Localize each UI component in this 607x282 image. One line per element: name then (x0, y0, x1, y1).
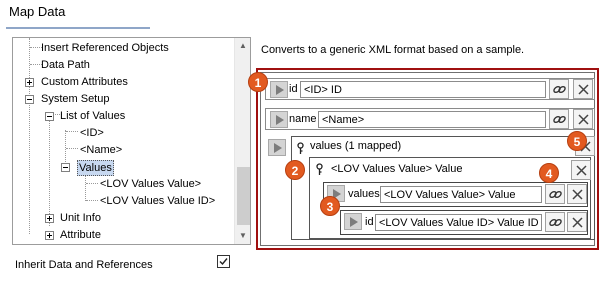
tree-item-label: Data Path (41, 59, 90, 71)
expand-plus-icon[interactable] (25, 78, 34, 87)
map-link-button[interactable] (549, 79, 569, 99)
drag-handle-icon[interactable] (270, 111, 288, 128)
field-label-id: id (289, 83, 298, 95)
map-link-button[interactable] (545, 184, 565, 204)
field-label-name: name (289, 113, 317, 125)
callout-badge-4: 4 (539, 163, 559, 183)
drag-handle-icon[interactable] (344, 213, 362, 230)
close-icon (572, 217, 583, 228)
callout-badge-2: 2 (285, 160, 305, 180)
dialog-title: Map Data (9, 4, 66, 19)
key-icon (316, 163, 323, 175)
collapse-minus-icon[interactable] (61, 163, 70, 172)
tree-item-list-of-values[interactable]: List of Values (13, 108, 233, 124)
callout-badge-1: 1 (248, 72, 268, 92)
collapse-minus-icon[interactable] (25, 95, 34, 104)
remove-group-button[interactable] (571, 160, 591, 180)
tree-item-system-setup[interactable]: System Setup (13, 91, 233, 107)
tree-item-values[interactable]: Values (13, 159, 233, 176)
remove-mapping-button[interactable] (567, 212, 587, 232)
tree-item-id[interactable]: <ID> (13, 125, 233, 141)
tree-item-label: Unit Info (60, 212, 101, 224)
tree-item-label: System Setup (41, 93, 110, 105)
inherit-data-label: Inherit Data and References (15, 259, 153, 271)
tree-item-label: <Name> (80, 144, 123, 156)
expand-plus-icon[interactable] (45, 214, 54, 223)
drag-handle-icon[interactable] (268, 139, 286, 156)
field-label-id: id (365, 216, 374, 228)
tree-item-data-path[interactable]: Data Path (13, 57, 233, 73)
tree-item-label: <LOV Values Value ID> (100, 195, 216, 207)
tree-item-name[interactable]: <Name> (13, 142, 233, 158)
tree-item-label: Custom Attributes (41, 76, 128, 88)
close-icon (572, 189, 583, 200)
values-group-header: values (1 mapped) (310, 140, 402, 152)
tree-item-label: Insert Referenced Objects (41, 42, 169, 54)
link-icon (553, 85, 566, 94)
name-mapping-field[interactable] (318, 111, 546, 128)
tree-item-unit-info[interactable]: Unit Info (13, 210, 233, 226)
close-icon (576, 165, 587, 176)
link-icon (549, 190, 562, 199)
tree-item-insert-referenced-objects[interactable]: Insert Referenced Objects (13, 40, 233, 56)
callout-badge-3: 3 (320, 196, 340, 216)
callout-badge-5: 5 (567, 131, 587, 151)
scroll-down-icon[interactable]: ▼ (235, 228, 250, 244)
value-id-mapping-field[interactable] (375, 214, 542, 231)
inherit-data-checkbox[interactable] (217, 255, 230, 268)
mapping-row-name: name (265, 108, 595, 130)
checkmark-icon (219, 258, 228, 266)
description-text: Converts to a generic XML format based o… (261, 44, 525, 56)
mapping-row-value-id: id (340, 210, 588, 235)
scroll-up-icon[interactable]: ▲ (235, 38, 250, 54)
link-icon (549, 218, 562, 227)
close-icon (578, 84, 589, 95)
tree-item-label-selected: Values (77, 160, 114, 176)
tree-item-lov-values-value-id[interactable]: <LOV Values Value ID> (13, 193, 233, 209)
collapse-minus-icon[interactable] (45, 112, 54, 121)
close-icon (578, 114, 589, 125)
remove-mapping-button[interactable] (573, 109, 593, 129)
tree-scrollbar[interactable]: ▲ ▼ (234, 38, 250, 244)
value-group-header: <LOV Values Value> Value (331, 163, 463, 175)
expand-plus-icon[interactable] (45, 231, 54, 240)
remove-mapping-button[interactable] (573, 79, 593, 99)
tree-item-label: <LOV Values Value> (100, 178, 202, 190)
mapping-row-id: id (265, 78, 595, 100)
tree-item-lov-values-value[interactable]: <LOV Values Value> (13, 176, 233, 192)
field-label-values: values (348, 188, 380, 200)
map-link-button[interactable] (549, 109, 569, 129)
drag-handle-icon[interactable] (270, 81, 288, 98)
tree-panel[interactable]: Insert Referenced Objects Data Path Cust… (12, 37, 251, 245)
tree-item-label: Attribute (60, 229, 101, 241)
tree-item-label: <ID> (80, 127, 104, 139)
id-mapping-field[interactable] (300, 81, 546, 98)
tree-item-attribute[interactable]: Attribute (13, 227, 233, 243)
link-icon (553, 115, 566, 124)
tree-item-label: List of Values (60, 110, 126, 122)
title-underline (6, 27, 150, 29)
map-link-button[interactable] (545, 212, 565, 232)
scroll-thumb[interactable] (237, 167, 250, 225)
values-mapping-field[interactable] (380, 186, 542, 203)
mapping-row-values: values (323, 182, 588, 207)
tree-item-custom-attributes[interactable]: Custom Attributes (13, 74, 233, 90)
remove-mapping-button[interactable] (567, 184, 587, 204)
values-group: values (1 mapped) <LOV Values Value> Val… (291, 136, 595, 240)
key-icon (297, 142, 304, 154)
